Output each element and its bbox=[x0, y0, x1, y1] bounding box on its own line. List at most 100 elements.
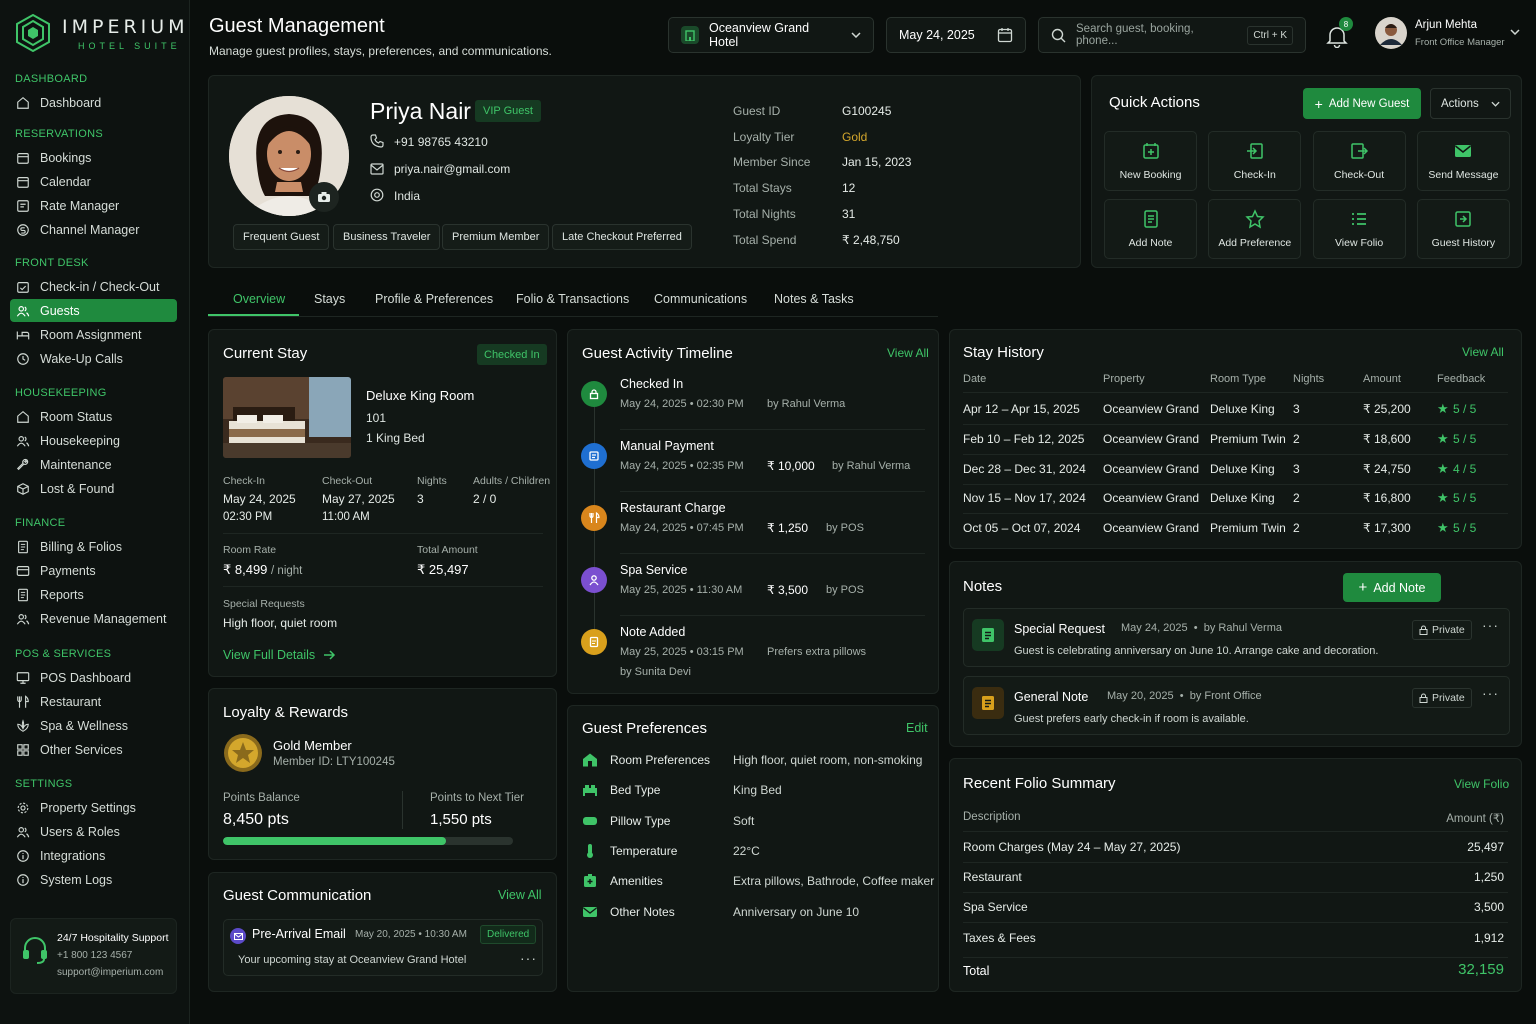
tab-folio-transactions[interactable]: Folio & Transactions bbox=[516, 292, 629, 306]
sidebar-item-pos-dashboard[interactable]: POS Dashboard bbox=[10, 666, 177, 689]
sidebar-item-property-settings[interactable]: Property Settings bbox=[10, 796, 177, 819]
cell-amount: ₹ 25,200 bbox=[1363, 402, 1411, 416]
timeline-item-title: Restaurant Charge bbox=[620, 501, 726, 515]
star-icon: ★ bbox=[1437, 401, 1449, 416]
preferences-edit-button[interactable]: Edit bbox=[906, 721, 928, 735]
sidebar-item-check-in-check-out[interactable]: Check-in / Check-Out bbox=[10, 275, 177, 298]
send-message-button[interactable]: Send Message bbox=[1416, 131, 1510, 191]
sidebar-item-channel-manager[interactable]: Channel Manager bbox=[10, 219, 177, 242]
stay-history-col-feedback: Feedback bbox=[1437, 373, 1486, 385]
divider bbox=[963, 424, 1508, 425]
privacy-badge[interactable]: Private bbox=[1412, 688, 1472, 708]
search-box[interactable]: Search guest, booking, phone... Ctrl + K bbox=[1038, 17, 1306, 53]
tab-profile-preferences[interactable]: Profile & Preferences bbox=[375, 292, 493, 306]
vip-badge: VIP Guest bbox=[475, 100, 541, 122]
tab-communications[interactable]: Communications bbox=[654, 292, 747, 306]
actions-dropdown[interactable]: Actions bbox=[1430, 88, 1511, 119]
sidebar-item-bookings[interactable]: Bookings bbox=[10, 146, 177, 169]
more-icon[interactable]: ··· bbox=[520, 950, 537, 966]
tab-notes-tasks[interactable]: Notes & Tasks bbox=[774, 292, 854, 306]
sidebar-item-other-services[interactable]: Other Services bbox=[10, 739, 177, 762]
add-note-button[interactable]: Add Note bbox=[1104, 199, 1197, 259]
folio-row-description: Room Charges (May 24 – May 27, 2025) bbox=[963, 840, 1181, 854]
sidebar-item-label: Restaurant bbox=[40, 694, 102, 709]
guest-tag[interactable]: Late Checkout Preferred bbox=[552, 224, 692, 250]
table-row[interactable]: Nov 15 – Nov 17, 2024 Oceanview Grand Delu… bbox=[950, 490, 1523, 513]
support-email[interactable]: support@imperium.com bbox=[57, 967, 163, 978]
support-card[interactable]: 24/7 Hospitality Support +1 800 123 4567… bbox=[10, 918, 177, 994]
sidebar-item-dashboard[interactable]: Dashboard bbox=[10, 91, 177, 114]
folio-title: Recent Folio Summary bbox=[963, 775, 1116, 792]
note-item[interactable]: General Note May 20, 2025 • by Front Offi… bbox=[963, 676, 1510, 735]
sidebar-item-system-logs[interactable]: System Logs bbox=[10, 869, 177, 892]
check-in-button[interactable]: Check-In bbox=[1208, 131, 1302, 191]
date-picker[interactable]: May 24, 2025 bbox=[886, 17, 1026, 53]
sidebar-section-title: SETTINGS bbox=[15, 778, 73, 790]
sidebar-item-maintenance[interactable]: Maintenance bbox=[10, 453, 177, 476]
special-requests-label: Special Requests bbox=[223, 598, 305, 610]
note-item[interactable]: Special Request May 24, 2025 • by Rahul V… bbox=[963, 608, 1510, 667]
table-row[interactable]: Feb 10 – Feb 12, 2025 Oceanview Grand Prem… bbox=[950, 431, 1523, 454]
tab-overview[interactable]: Overview bbox=[233, 292, 285, 306]
privacy-badge[interactable]: Private bbox=[1412, 620, 1472, 640]
sidebar-item-calendar[interactable]: Calendar bbox=[10, 170, 177, 193]
guest-email[interactable]: priya.nair@gmail.com bbox=[394, 162, 510, 176]
sidebar-item-users-roles[interactable]: Users & Roles bbox=[10, 820, 177, 843]
support-phone[interactable]: +1 800 123 4567 bbox=[57, 950, 132, 961]
sidebar-item-billing-folios[interactable]: Billing & Folios bbox=[10, 535, 177, 558]
sidebar-item-lost-found[interactable]: Lost & Found bbox=[10, 478, 177, 501]
check-out-button[interactable]: Check-Out bbox=[1312, 131, 1406, 191]
hotel-selector[interactable]: Oceanview Grand Hotel bbox=[668, 17, 874, 53]
more-icon[interactable]: ··· bbox=[1482, 685, 1499, 701]
add-note-button[interactable]: + Add Note bbox=[1343, 573, 1441, 602]
sidebar-item-integrations[interactable]: Integrations bbox=[10, 844, 177, 867]
calendar-check-icon bbox=[16, 280, 30, 294]
sidebar-item-reports[interactable]: Reports bbox=[10, 583, 177, 606]
add-new-guest-button[interactable]: + Add New Guest bbox=[1303, 88, 1421, 119]
sidebar-item-room-assignment[interactable]: Room Assignment bbox=[10, 323, 177, 346]
cell-property: Oceanview Grand bbox=[1103, 491, 1200, 506]
user-role: Front Office Manager bbox=[1415, 37, 1505, 48]
sidebar-item-label: POS Dashboard bbox=[40, 670, 132, 685]
table-row[interactable]: Oct 05 – Oct 07, 2024 Oceanview Grand Prem… bbox=[950, 520, 1523, 543]
sidebar-item-restaurant[interactable]: Restaurant bbox=[10, 690, 177, 713]
next-tier-label: Points to Next Tier bbox=[430, 792, 524, 804]
sidebar-item-rate-manager[interactable]: Rate Manager bbox=[10, 194, 177, 217]
guest-phone[interactable]: +91 98765 43210 bbox=[394, 135, 488, 149]
stay-history-view-all[interactable]: View All bbox=[1462, 345, 1504, 359]
camera-button[interactable] bbox=[309, 182, 339, 212]
communication-item[interactable]: Pre-Arrival Email May 20, 2025 • 10:30 A… bbox=[223, 919, 543, 976]
new-booking-button[interactable]: New Booking bbox=[1104, 131, 1197, 191]
notifications-button[interactable]: 8 bbox=[1326, 17, 1353, 48]
guest-history-button[interactable]: Guest History bbox=[1416, 199, 1510, 259]
table-row[interactable]: Apr 12 – Apr 15, 2025 Oceanview Grand Delu… bbox=[950, 401, 1523, 424]
timeline-view-all[interactable]: View All bbox=[887, 346, 929, 360]
view-folio-button[interactable]: View Folio bbox=[1312, 199, 1406, 259]
sidebar-item-wake-up-calls[interactable]: Wake-Up Calls bbox=[10, 348, 177, 371]
sidebar-item-guests[interactable]: Guests bbox=[10, 299, 177, 323]
sidebar-item-revenue-management[interactable]: Revenue Management bbox=[10, 608, 177, 631]
more-icon[interactable]: ··· bbox=[1482, 617, 1499, 633]
tab-stays[interactable]: Stays bbox=[314, 292, 345, 306]
sidebar-item-label: Check-in / Check-Out bbox=[40, 279, 160, 294]
sidebar-item-housekeeping[interactable]: Housekeeping bbox=[10, 429, 177, 452]
sidebar-item-spa-wellness[interactable]: Spa & Wellness bbox=[10, 714, 177, 737]
guest-tag[interactable]: Business Traveler bbox=[333, 224, 441, 250]
view-folio-link[interactable]: View Folio bbox=[1454, 777, 1509, 791]
hotel-name: Oceanview Grand Hotel bbox=[709, 21, 810, 49]
guest-tag[interactable]: Frequent Guest bbox=[233, 224, 330, 250]
email-icon bbox=[370, 163, 384, 175]
view-full-details-link[interactable]: View Full Details bbox=[223, 648, 336, 662]
communication-view-all[interactable]: View All bbox=[498, 888, 542, 902]
sidebar-item-label: Guests bbox=[40, 303, 80, 318]
search-input[interactable]: Search guest, booking, phone... bbox=[1076, 23, 1237, 47]
brand-logo[interactable]: IMPERIUM HOTEL SUITE bbox=[16, 14, 189, 52]
folio-row-description: Spa Service bbox=[963, 900, 1028, 915]
gear-icon bbox=[16, 801, 30, 815]
user-menu[interactable]: Arjun Mehta Front Office Manager bbox=[1375, 17, 1525, 51]
sidebar-item-room-status[interactable]: Room Status bbox=[10, 405, 177, 428]
add-preference-button[interactable]: Add Preference bbox=[1208, 199, 1302, 259]
table-row[interactable]: Dec 28 – Dec 31, 2024 Oceanview Grand Delu… bbox=[950, 461, 1523, 484]
sidebar-item-payments[interactable]: Payments bbox=[10, 559, 177, 582]
guest-tag[interactable]: Premium Member bbox=[442, 224, 550, 250]
